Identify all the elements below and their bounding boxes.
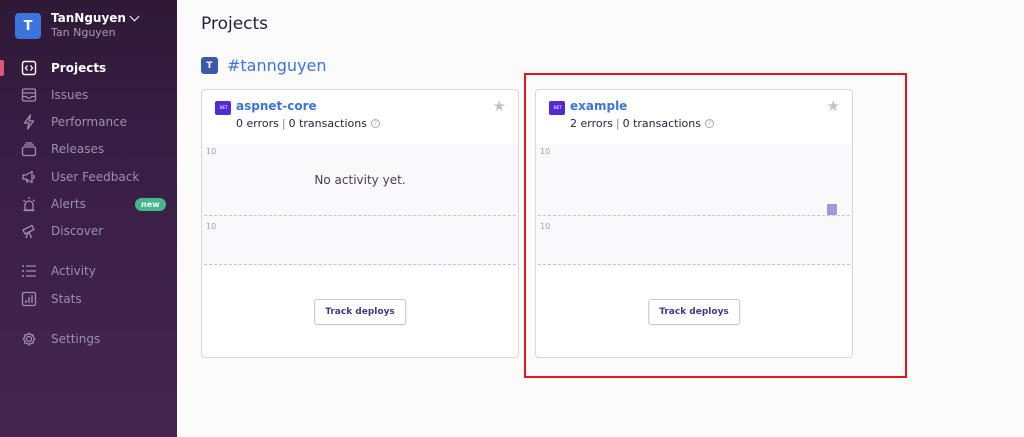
sidebar-item-label: Alerts [51,197,86,211]
sidebar-item-label: Performance [51,115,128,129]
sidebar-item-discover[interactable]: Discover [0,220,177,242]
sidebar-item-label: Projects [51,61,107,75]
bar-chart-icon [21,291,37,307]
sidebar-item-label: Issues [51,88,89,102]
highlight-box [524,73,907,378]
question-icon[interactable]: ? [370,119,380,128]
chart-tick-label: 10 [206,222,217,231]
code-brackets-icon [21,60,37,76]
sidebar-item-performance[interactable]: Performance [0,111,177,133]
page-title: Projects [201,14,269,34]
sidebar: T TanNguyen Tan Nguyen Projects Issues P… [0,0,177,437]
dotnet-platform-icon: .NET [215,101,231,115]
track-deploys-button[interactable]: Track deploys [314,299,406,325]
project-name-link[interactable]: aspnet-core [236,99,317,113]
chart-baseline [204,264,516,265]
team-header: T #tannguyen [201,56,327,75]
org-user-name: Tan Nguyen [51,26,116,39]
no-activity-message: No activity yet. [314,173,406,187]
inbox-icon [21,88,37,102]
transactions-count: 0 transactions [288,117,367,130]
chart-tick-label: 10 [206,147,217,156]
telescope-icon [22,224,35,239]
lightning-icon [23,114,35,130]
sidebar-item-label: Activity [51,264,96,278]
sidebar-item-label: Settings [51,332,101,346]
errors-count: 0 errors [236,117,279,130]
chevron-down-icon [129,11,140,21]
team-name[interactable]: #tannguyen [227,56,327,75]
sidebar-item-projects[interactable]: Projects [0,57,177,79]
sidebar-item-activity[interactable]: Activity [0,260,177,282]
sidebar-item-alerts[interactable]: Alerts new [0,193,177,215]
sidebar-item-releases[interactable]: Releases [0,138,177,160]
sidebar-item-label: User Feedback [51,170,140,184]
stack-icon [21,142,37,157]
gear-icon [22,332,36,346]
new-badge: new [135,198,166,211]
project-chart: 10 No activity yet. 10 [202,144,518,267]
sidebar-item-stats[interactable]: Stats [0,288,177,310]
org-name: TanNguyen [51,11,126,25]
chart-baseline [204,215,516,216]
project-card-aspnet-core: .NET aspnet-core 0 errors | 0 transactio… [201,89,519,358]
team-avatar: T [201,57,218,74]
star-icon[interactable]: ★ [493,99,506,114]
project-stats: 0 errors | 0 transactions ? [236,117,380,130]
list-icon [22,265,36,277]
sidebar-item-user-feedback[interactable]: User Feedback [0,166,177,188]
sidebar-item-settings[interactable]: Settings [0,328,177,350]
sidebar-item-issues[interactable]: Issues [0,84,177,106]
sidebar-item-label: Discover [51,224,104,238]
siren-icon [23,197,35,212]
org-switcher[interactable]: T TanNguyen Tan Nguyen [15,11,140,39]
sidebar-item-label: Stats [51,292,82,306]
sidebar-item-label: Releases [51,142,105,156]
org-avatar: T [15,13,41,39]
megaphone-icon [22,170,35,184]
